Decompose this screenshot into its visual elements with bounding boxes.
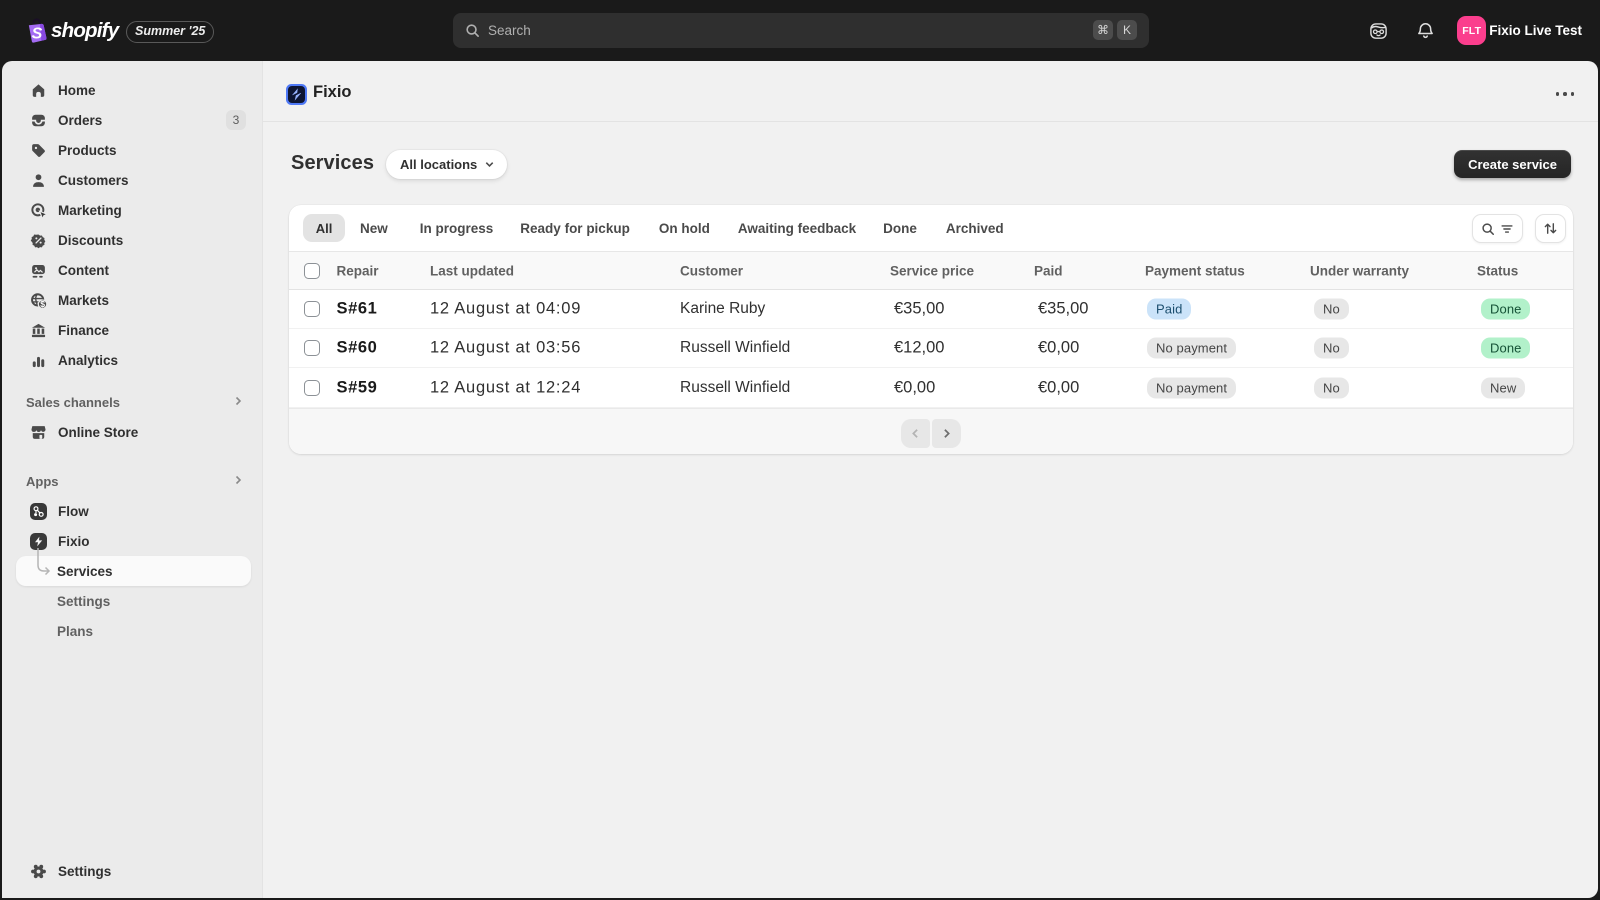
svg-text:S: S (32, 26, 43, 43)
svg-text:$: $ (40, 299, 45, 309)
